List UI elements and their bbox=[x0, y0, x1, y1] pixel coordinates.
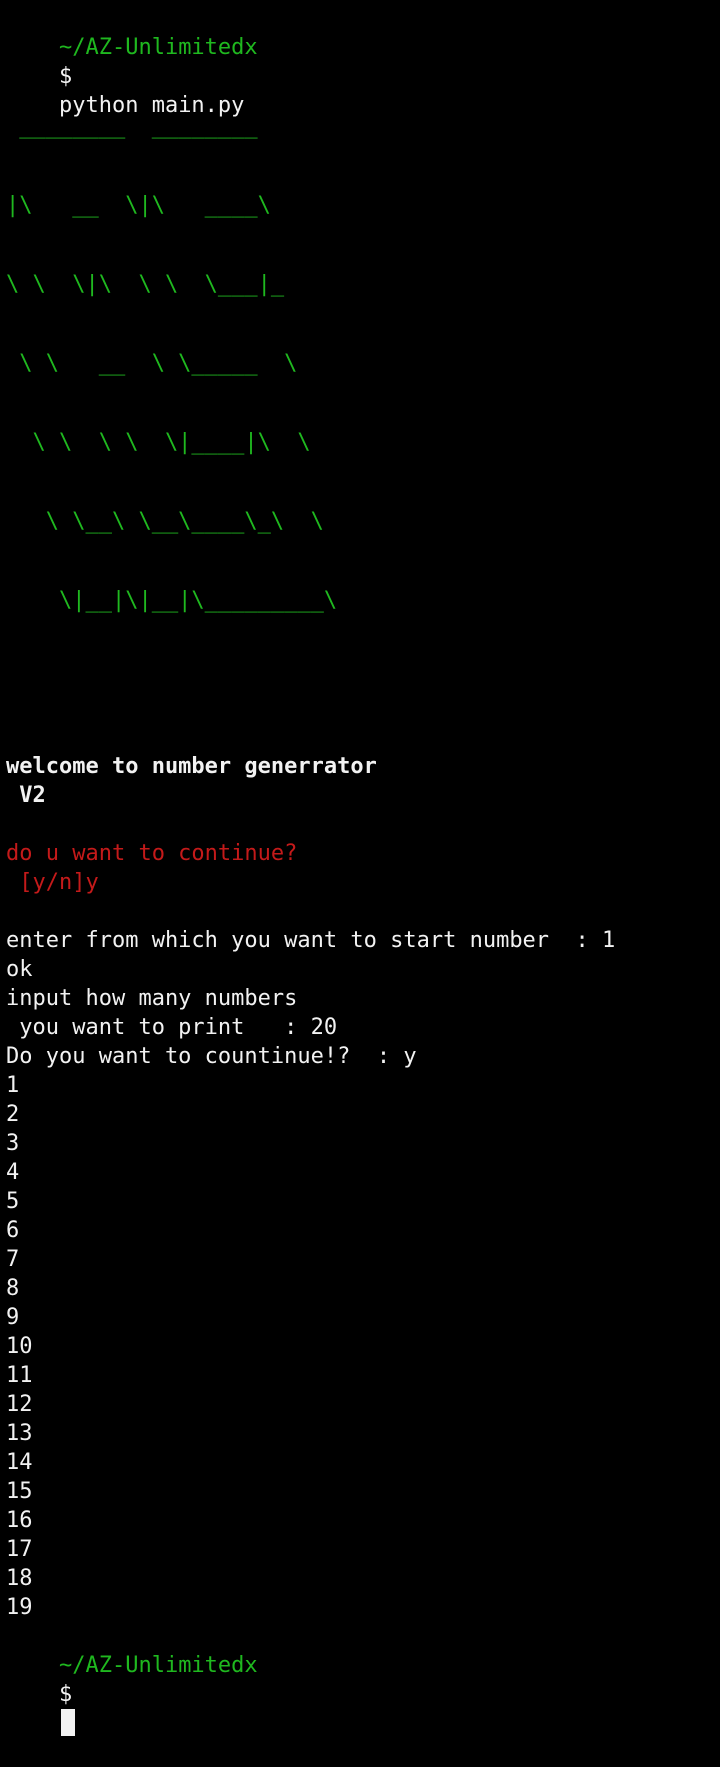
number-line: 7 bbox=[6, 1247, 20, 1272]
number-line: 10 bbox=[6, 1334, 33, 1359]
ascii-banner-line: \ \ __ \ \_____ \ bbox=[6, 351, 298, 376]
number-line: 19 bbox=[6, 1595, 33, 1620]
ascii-banner: ________ ________ |\ __ \|\ ____\ \ \ \|… bbox=[6, 62, 720, 665]
active-prompt-line[interactable]: ~/AZ-Unlimitedx $ bbox=[6, 1622, 720, 1736]
continue-options: [y/n] bbox=[6, 870, 86, 895]
prompt-symbol: $ bbox=[58, 64, 73, 89]
welcome-version: V2 bbox=[6, 783, 46, 808]
number-line: 13 bbox=[6, 1421, 33, 1446]
number-line: 5 bbox=[6, 1189, 20, 1214]
command-line: ~/AZ-Unlimitedx $ python main.py bbox=[6, 4, 720, 118]
text-cursor[interactable] bbox=[60, 1709, 75, 1736]
number-line: 14 bbox=[6, 1450, 33, 1475]
number-line: 18 bbox=[6, 1566, 33, 1591]
ascii-banner-line: \ \ \|\ \ \ \___|_ bbox=[6, 272, 285, 297]
continue-question: do u want to continue? bbox=[6, 841, 298, 866]
number-line: 11 bbox=[6, 1363, 33, 1388]
continue-options-line: [y/n]y bbox=[6, 868, 720, 897]
number-line: 9 bbox=[6, 1305, 20, 1330]
number-line: 15 bbox=[6, 1479, 33, 1504]
ascii-banner-line: \|__|\|__|\_________\ bbox=[6, 588, 338, 613]
continue-answer: y bbox=[85, 870, 99, 895]
prompt-path: ~/AZ-Unlimitedx bbox=[58, 35, 258, 60]
ascii-banner-line: \ \__\ \__\____\_\ \ bbox=[6, 509, 324, 534]
number-line: 17 bbox=[6, 1537, 33, 1562]
number-line: 4 bbox=[6, 1160, 20, 1185]
ascii-banner-line: \ \ \ \ \|____|\ \ bbox=[6, 430, 311, 455]
welcome-title: welcome to number generrator bbox=[6, 754, 377, 779]
ascii-banner-line: ________ ________ bbox=[6, 114, 258, 139]
output-line: enter from which you want to start numbe… bbox=[6, 928, 616, 953]
output-line: ok bbox=[6, 957, 33, 982]
number-line: 16 bbox=[6, 1508, 33, 1533]
number-line: 3 bbox=[6, 1131, 20, 1156]
prompt-symbol: $ bbox=[58, 1682, 73, 1707]
output-line: you want to print : 20 bbox=[6, 1015, 338, 1040]
output-line: Do you want to countinue!? : y bbox=[6, 1044, 417, 1069]
prompt-path: ~/AZ-Unlimitedx bbox=[58, 1653, 258, 1678]
number-line: 8 bbox=[6, 1276, 20, 1301]
number-line: 2 bbox=[6, 1102, 20, 1127]
number-line: 1 bbox=[6, 1073, 20, 1098]
terminal-screen[interactable]: ~/AZ-Unlimitedx $ python main.py _______… bbox=[6, 4, 720, 1736]
ascii-banner-line: |\ __ \|\ ____\ bbox=[6, 193, 271, 218]
number-line: 12 bbox=[6, 1392, 33, 1417]
output-line: input how many numbers bbox=[6, 986, 298, 1011]
number-line: 6 bbox=[6, 1218, 20, 1243]
